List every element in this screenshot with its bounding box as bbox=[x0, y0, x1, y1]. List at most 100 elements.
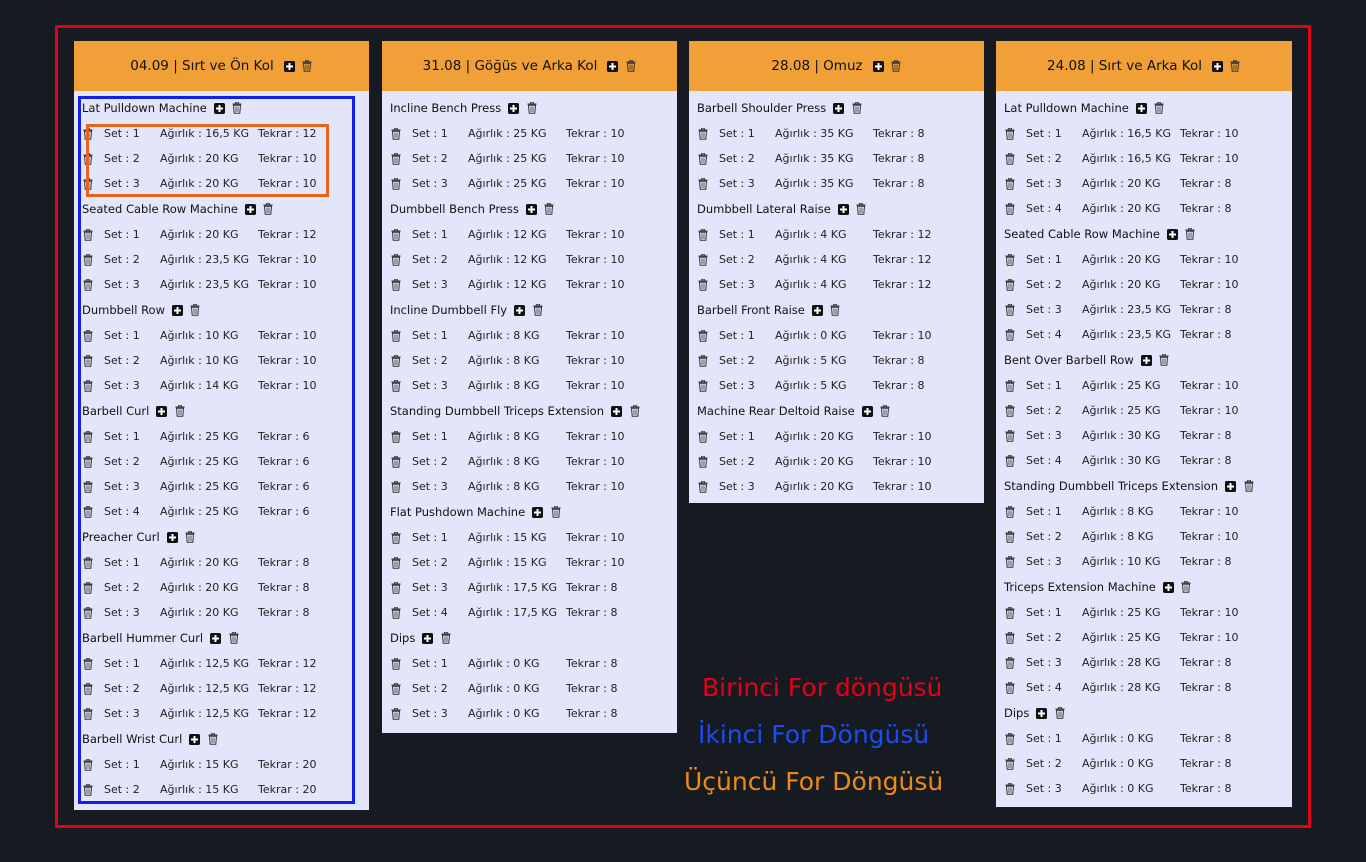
delete-set-trash-icon[interactable] bbox=[390, 531, 401, 544]
delete-set-trash-icon[interactable] bbox=[1004, 782, 1015, 795]
delete-exercise-trash-icon[interactable] bbox=[1154, 102, 1165, 114]
delete-set-trash-icon[interactable] bbox=[697, 329, 708, 342]
delete-set-trash-icon[interactable] bbox=[1004, 681, 1015, 694]
delete-set-trash-icon[interactable] bbox=[390, 379, 401, 392]
delete-set-trash-icon[interactable] bbox=[390, 152, 401, 165]
delete-set-trash-icon[interactable] bbox=[697, 455, 708, 468]
delete-set-trash-icon[interactable] bbox=[390, 455, 401, 468]
delete-set-trash-icon[interactable] bbox=[697, 354, 708, 367]
add-set-plus-icon[interactable] bbox=[1225, 480, 1237, 492]
delete-set-trash-icon[interactable] bbox=[1004, 454, 1015, 467]
set-row: Set : 2 Ağırlık : 16,5 KG Tekrar : 10 bbox=[1004, 146, 1284, 171]
add-set-plus-icon[interactable] bbox=[837, 203, 849, 215]
delete-set-trash-icon[interactable] bbox=[697, 228, 708, 241]
delete-set-trash-icon[interactable] bbox=[390, 329, 401, 342]
delete-set-trash-icon[interactable] bbox=[1004, 253, 1015, 266]
add-exercise-plus-icon[interactable] bbox=[283, 60, 295, 72]
delete-set-trash-icon[interactable] bbox=[390, 657, 401, 670]
delete-set-trash-icon[interactable] bbox=[1004, 328, 1015, 341]
delete-workout-trash-icon[interactable] bbox=[891, 60, 902, 72]
delete-set-trash-icon[interactable] bbox=[697, 430, 708, 443]
add-set-plus-icon[interactable] bbox=[514, 304, 526, 316]
delete-set-trash-icon[interactable] bbox=[1004, 757, 1015, 770]
delete-exercise-trash-icon[interactable] bbox=[1181, 581, 1192, 593]
delete-set-trash-icon[interactable] bbox=[1004, 631, 1015, 644]
exercise-header: Incline Bench Press bbox=[390, 95, 669, 121]
delete-set-trash-icon[interactable] bbox=[390, 127, 401, 140]
add-set-plus-icon[interactable] bbox=[532, 506, 544, 518]
delete-set-trash-icon[interactable] bbox=[390, 480, 401, 493]
add-set-plus-icon[interactable] bbox=[1140, 354, 1152, 366]
add-set-plus-icon[interactable] bbox=[861, 405, 873, 417]
delete-set-trash-icon[interactable] bbox=[390, 354, 401, 367]
delete-workout-trash-icon[interactable] bbox=[625, 60, 636, 72]
add-set-plus-icon[interactable] bbox=[611, 405, 623, 417]
delete-exercise-trash-icon[interactable] bbox=[830, 304, 841, 316]
delete-set-trash-icon[interactable] bbox=[1004, 278, 1015, 291]
delete-set-trash-icon[interactable] bbox=[1004, 606, 1015, 619]
add-set-plus-icon[interactable] bbox=[422, 632, 434, 644]
delete-set-trash-icon[interactable] bbox=[697, 177, 708, 190]
delete-set-trash-icon[interactable] bbox=[1004, 505, 1015, 518]
add-set-plus-icon[interactable] bbox=[525, 203, 537, 215]
set-row: Set : 4 Ağırlık : 23,5 KG Tekrar : 8 bbox=[1004, 322, 1284, 347]
delete-workout-trash-icon[interactable] bbox=[1230, 60, 1241, 72]
delete-set-trash-icon[interactable] bbox=[390, 177, 401, 190]
delete-set-trash-icon[interactable] bbox=[1004, 732, 1015, 745]
delete-exercise-trash-icon[interactable] bbox=[440, 632, 451, 644]
delete-set-trash-icon[interactable] bbox=[697, 152, 708, 165]
delete-set-trash-icon[interactable] bbox=[390, 606, 401, 619]
add-exercise-plus-icon[interactable] bbox=[607, 60, 619, 72]
delete-set-trash-icon[interactable] bbox=[697, 253, 708, 266]
delete-exercise-trash-icon[interactable] bbox=[856, 203, 867, 215]
delete-set-trash-icon[interactable] bbox=[390, 581, 401, 594]
add-set-plus-icon[interactable] bbox=[1135, 102, 1147, 114]
add-exercise-plus-icon[interactable] bbox=[872, 60, 884, 72]
delete-set-trash-icon[interactable] bbox=[697, 379, 708, 392]
delete-exercise-trash-icon[interactable] bbox=[1185, 228, 1196, 240]
delete-set-trash-icon[interactable] bbox=[1004, 152, 1015, 165]
set-row: Set : 1 Ağırlık : 8 KG Tekrar : 10 bbox=[1004, 499, 1284, 524]
add-set-plus-icon[interactable] bbox=[811, 304, 823, 316]
delete-set-trash-icon[interactable] bbox=[1004, 379, 1015, 392]
delete-set-trash-icon[interactable] bbox=[1004, 429, 1015, 442]
set-row: Set : 3 Ağırlık : 25 KG Tekrar : 10 bbox=[390, 171, 669, 196]
add-set-plus-icon[interactable] bbox=[1162, 581, 1174, 593]
delete-exercise-trash-icon[interactable] bbox=[1054, 707, 1065, 719]
delete-exercise-trash-icon[interactable] bbox=[1159, 354, 1170, 366]
delete-set-trash-icon[interactable] bbox=[697, 480, 708, 493]
delete-set-trash-icon[interactable] bbox=[390, 430, 401, 443]
add-set-plus-icon[interactable] bbox=[833, 102, 845, 114]
delete-set-trash-icon[interactable] bbox=[390, 682, 401, 695]
add-set-plus-icon[interactable] bbox=[1166, 228, 1178, 240]
set-reps: Tekrar : 12 bbox=[873, 278, 932, 291]
delete-set-trash-icon[interactable] bbox=[697, 127, 708, 140]
delete-set-trash-icon[interactable] bbox=[390, 253, 401, 266]
delete-set-trash-icon[interactable] bbox=[390, 707, 401, 720]
add-exercise-plus-icon[interactable] bbox=[1211, 60, 1223, 72]
delete-set-trash-icon[interactable] bbox=[390, 228, 401, 241]
delete-exercise-trash-icon[interactable] bbox=[526, 102, 537, 114]
delete-exercise-trash-icon[interactable] bbox=[1243, 480, 1254, 492]
delete-set-trash-icon[interactable] bbox=[1004, 656, 1015, 669]
delete-set-trash-icon[interactable] bbox=[697, 278, 708, 291]
delete-set-trash-icon[interactable] bbox=[1004, 555, 1015, 568]
delete-exercise-trash-icon[interactable] bbox=[550, 506, 561, 518]
delete-exercise-trash-icon[interactable] bbox=[532, 304, 543, 316]
delete-exercise-trash-icon[interactable] bbox=[851, 102, 862, 114]
delete-exercise-trash-icon[interactable] bbox=[629, 405, 640, 417]
add-set-plus-icon[interactable] bbox=[508, 102, 520, 114]
delete-set-trash-icon[interactable] bbox=[1004, 404, 1015, 417]
delete-workout-trash-icon[interactable] bbox=[302, 60, 313, 72]
delete-set-trash-icon[interactable] bbox=[1004, 127, 1015, 140]
delete-set-trash-icon[interactable] bbox=[1004, 530, 1015, 543]
delete-set-trash-icon[interactable] bbox=[390, 278, 401, 291]
add-set-plus-icon[interactable] bbox=[1036, 707, 1048, 719]
set-number: Set : 1 bbox=[412, 430, 448, 443]
delete-exercise-trash-icon[interactable] bbox=[880, 405, 891, 417]
delete-set-trash-icon[interactable] bbox=[1004, 177, 1015, 190]
delete-exercise-trash-icon[interactable] bbox=[544, 203, 555, 215]
delete-set-trash-icon[interactable] bbox=[390, 556, 401, 569]
delete-set-trash-icon[interactable] bbox=[1004, 303, 1015, 316]
delete-set-trash-icon[interactable] bbox=[1004, 202, 1015, 215]
